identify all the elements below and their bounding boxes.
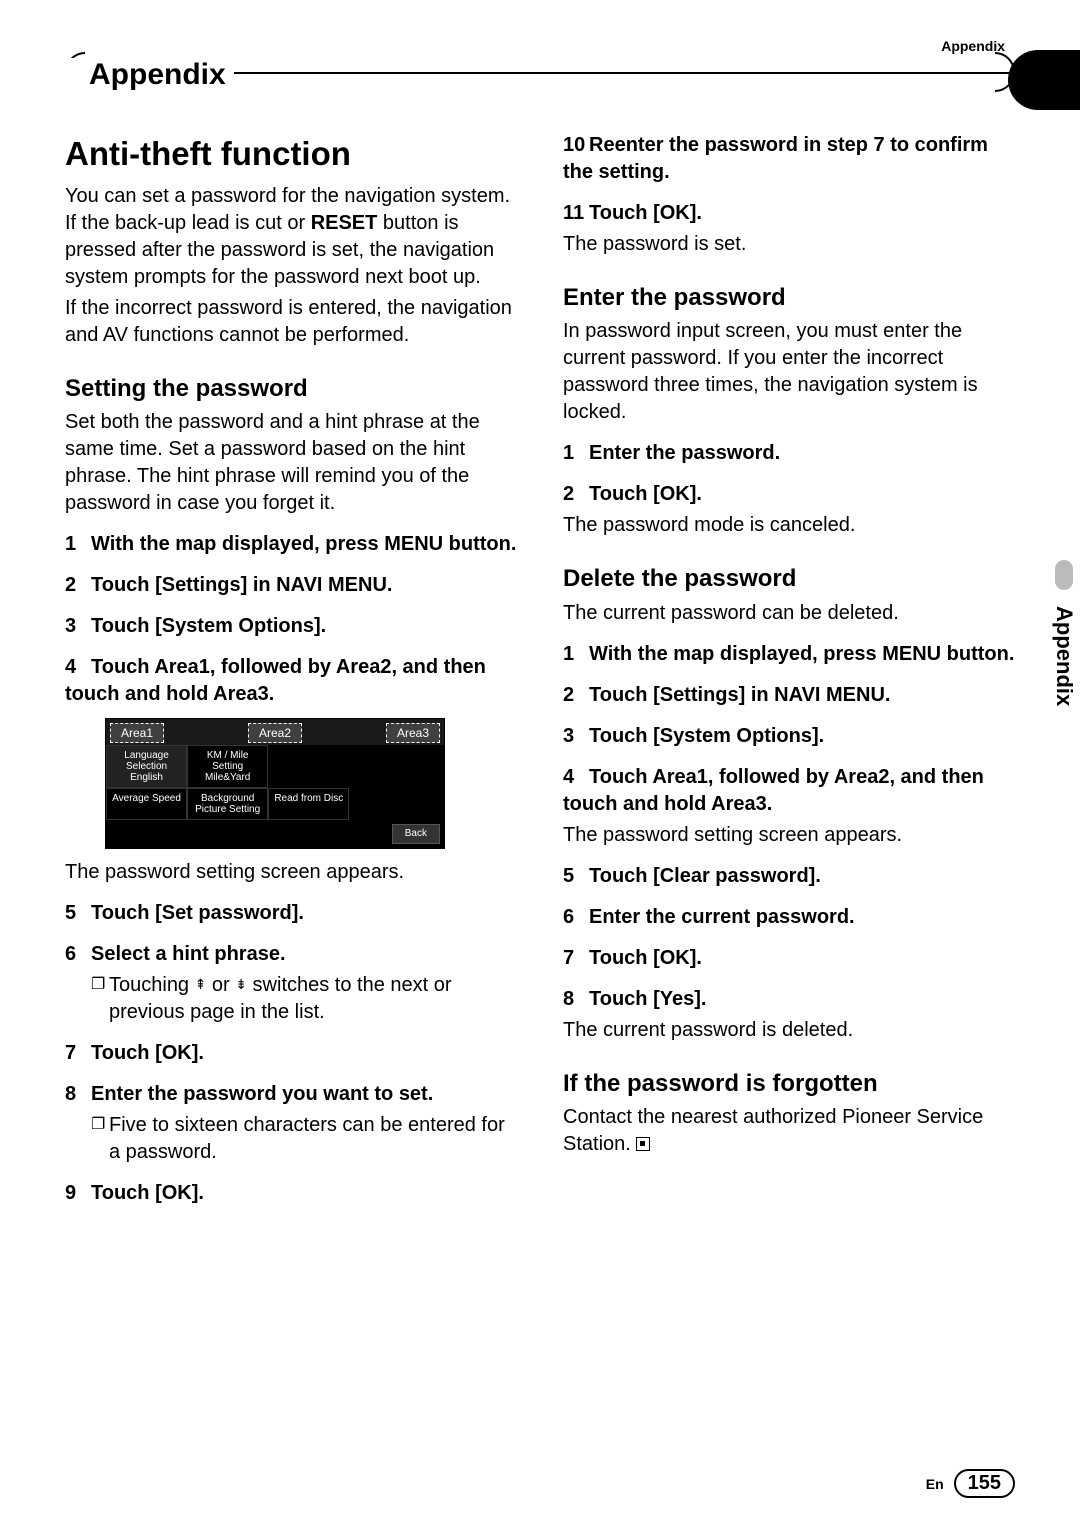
text: Five to sixteen characters can be entere… bbox=[109, 1112, 517, 1166]
del-step-6: 6Enter the current password. bbox=[563, 904, 1015, 931]
side-tab: Appendix bbox=[1049, 600, 1079, 800]
step-1: 1With the map displayed, press MENU butt… bbox=[65, 531, 517, 558]
step-4: 4Touch Area1, followed by Area2, and the… bbox=[65, 654, 517, 708]
enter-step-2: 2Touch [OK]. bbox=[563, 481, 1015, 508]
note-8: ❐ Five to sixteen characters can be ente… bbox=[91, 1112, 517, 1166]
del-step-3: 3Touch [System Options]. bbox=[563, 723, 1015, 750]
para: The password setting screen appears. bbox=[65, 859, 517, 886]
del-step-1: 1With the map displayed, press MENU butt… bbox=[563, 641, 1015, 668]
cell-avg-speed[interactable]: Average Speed bbox=[106, 788, 187, 820]
para: You can set a password for the navigatio… bbox=[65, 183, 517, 291]
step-8: 8Enter the password you want to set. bbox=[65, 1081, 517, 1108]
cell-language[interactable]: Language Selection English bbox=[106, 745, 187, 788]
enter-step-1: 1Enter the password. bbox=[563, 440, 1015, 467]
text: Touching bbox=[109, 974, 195, 996]
h2-delete-password: Delete the password bbox=[563, 563, 1015, 595]
note-bullet-icon: ❐ bbox=[91, 1112, 109, 1166]
footer: En 155 bbox=[926, 1469, 1015, 1498]
para: The current password is deleted. bbox=[563, 1017, 1015, 1044]
del-step-2: 2Touch [Settings] in NAVI MENU. bbox=[563, 682, 1015, 709]
para: The password is set. bbox=[563, 231, 1015, 258]
area3-button[interactable]: Area3 bbox=[386, 723, 440, 743]
stop-icon bbox=[636, 1137, 650, 1151]
step-3: 3Touch [System Options]. bbox=[65, 613, 517, 640]
back-button[interactable]: Back bbox=[392, 824, 440, 844]
h1-anti-theft: Anti-theft function bbox=[65, 132, 517, 177]
step-10: 10Reenter the password in step 7 to conf… bbox=[563, 132, 1015, 186]
cell-km-mile[interactable]: KM / Mile Setting Mile&Yard bbox=[187, 745, 268, 788]
cell-empty bbox=[349, 745, 430, 788]
area1-button[interactable]: Area1 bbox=[110, 723, 164, 743]
h2-enter-password: Enter the password bbox=[563, 282, 1015, 314]
step-2: 2Touch [Settings] in NAVI MENU. bbox=[65, 572, 517, 599]
arrow-up-icon: ⇞ bbox=[195, 977, 207, 991]
chapter-title: Appendix bbox=[65, 58, 234, 92]
area2-button[interactable]: Area2 bbox=[248, 723, 302, 743]
cell-read-disc[interactable]: Read from Disc bbox=[268, 788, 349, 820]
step-5: 5Touch [Set password]. bbox=[65, 900, 517, 927]
h2-setting-password: Setting the password bbox=[65, 373, 517, 405]
cell-bg-picture[interactable]: Background Picture Setting bbox=[187, 788, 268, 820]
note-6: ❐ Touching ⇞ or ⇟ switches to the next o… bbox=[91, 972, 517, 1026]
arrow-down-icon: ⇟ bbox=[235, 977, 247, 991]
system-options-screenshot: Area1 Area2 Area3 Language Selection Eng… bbox=[105, 718, 445, 849]
cell-empty bbox=[268, 745, 349, 788]
step-6: 6Select a hint phrase. bbox=[65, 941, 517, 968]
del-step-5: 5Touch [Clear password]. bbox=[563, 863, 1015, 890]
para: The current password can be deleted. bbox=[563, 600, 1015, 627]
side-tab-stub bbox=[1055, 560, 1073, 590]
left-column: Anti-theft function You can set a passwo… bbox=[65, 132, 517, 1211]
para: Contact the nearest authorized Pioneer S… bbox=[563, 1104, 1015, 1158]
del-step-8: 8Touch [Yes]. bbox=[563, 986, 1015, 1013]
chapter-bar: Appendix bbox=[65, 58, 1015, 92]
footer-page: 155 bbox=[954, 1469, 1015, 1498]
step-11: 11Touch [OK]. bbox=[563, 200, 1015, 227]
footer-lang: En bbox=[926, 1476, 944, 1492]
h2-forgotten: If the password is forgotten bbox=[563, 1068, 1015, 1100]
right-column: 10Reenter the password in step 7 to conf… bbox=[563, 132, 1015, 1211]
step-7: 7Touch [OK]. bbox=[65, 1040, 517, 1067]
corner-tab bbox=[1008, 50, 1080, 110]
para: In password input screen, you must enter… bbox=[563, 318, 1015, 426]
text: or bbox=[206, 974, 235, 996]
para: The password setting screen appears. bbox=[563, 822, 1015, 849]
reset-label: RESET bbox=[311, 212, 378, 234]
side-tab-label: Appendix bbox=[1051, 606, 1077, 706]
para: If the incorrect password is entered, th… bbox=[65, 295, 517, 349]
page: Appendix Anti-theft function You can set… bbox=[65, 30, 1015, 1490]
step-9: 9Touch [OK]. bbox=[65, 1180, 517, 1207]
del-step-7: 7Touch [OK]. bbox=[563, 945, 1015, 972]
note-bullet-icon: ❐ bbox=[91, 972, 109, 1026]
para: Set both the password and a hint phrase … bbox=[65, 409, 517, 517]
del-step-4: 4Touch Area1, followed by Area2, and the… bbox=[563, 764, 1015, 818]
cell-empty bbox=[349, 788, 430, 820]
para: The password mode is canceled. bbox=[563, 512, 1015, 539]
text: Contact the nearest authorized Pioneer S… bbox=[563, 1106, 983, 1155]
